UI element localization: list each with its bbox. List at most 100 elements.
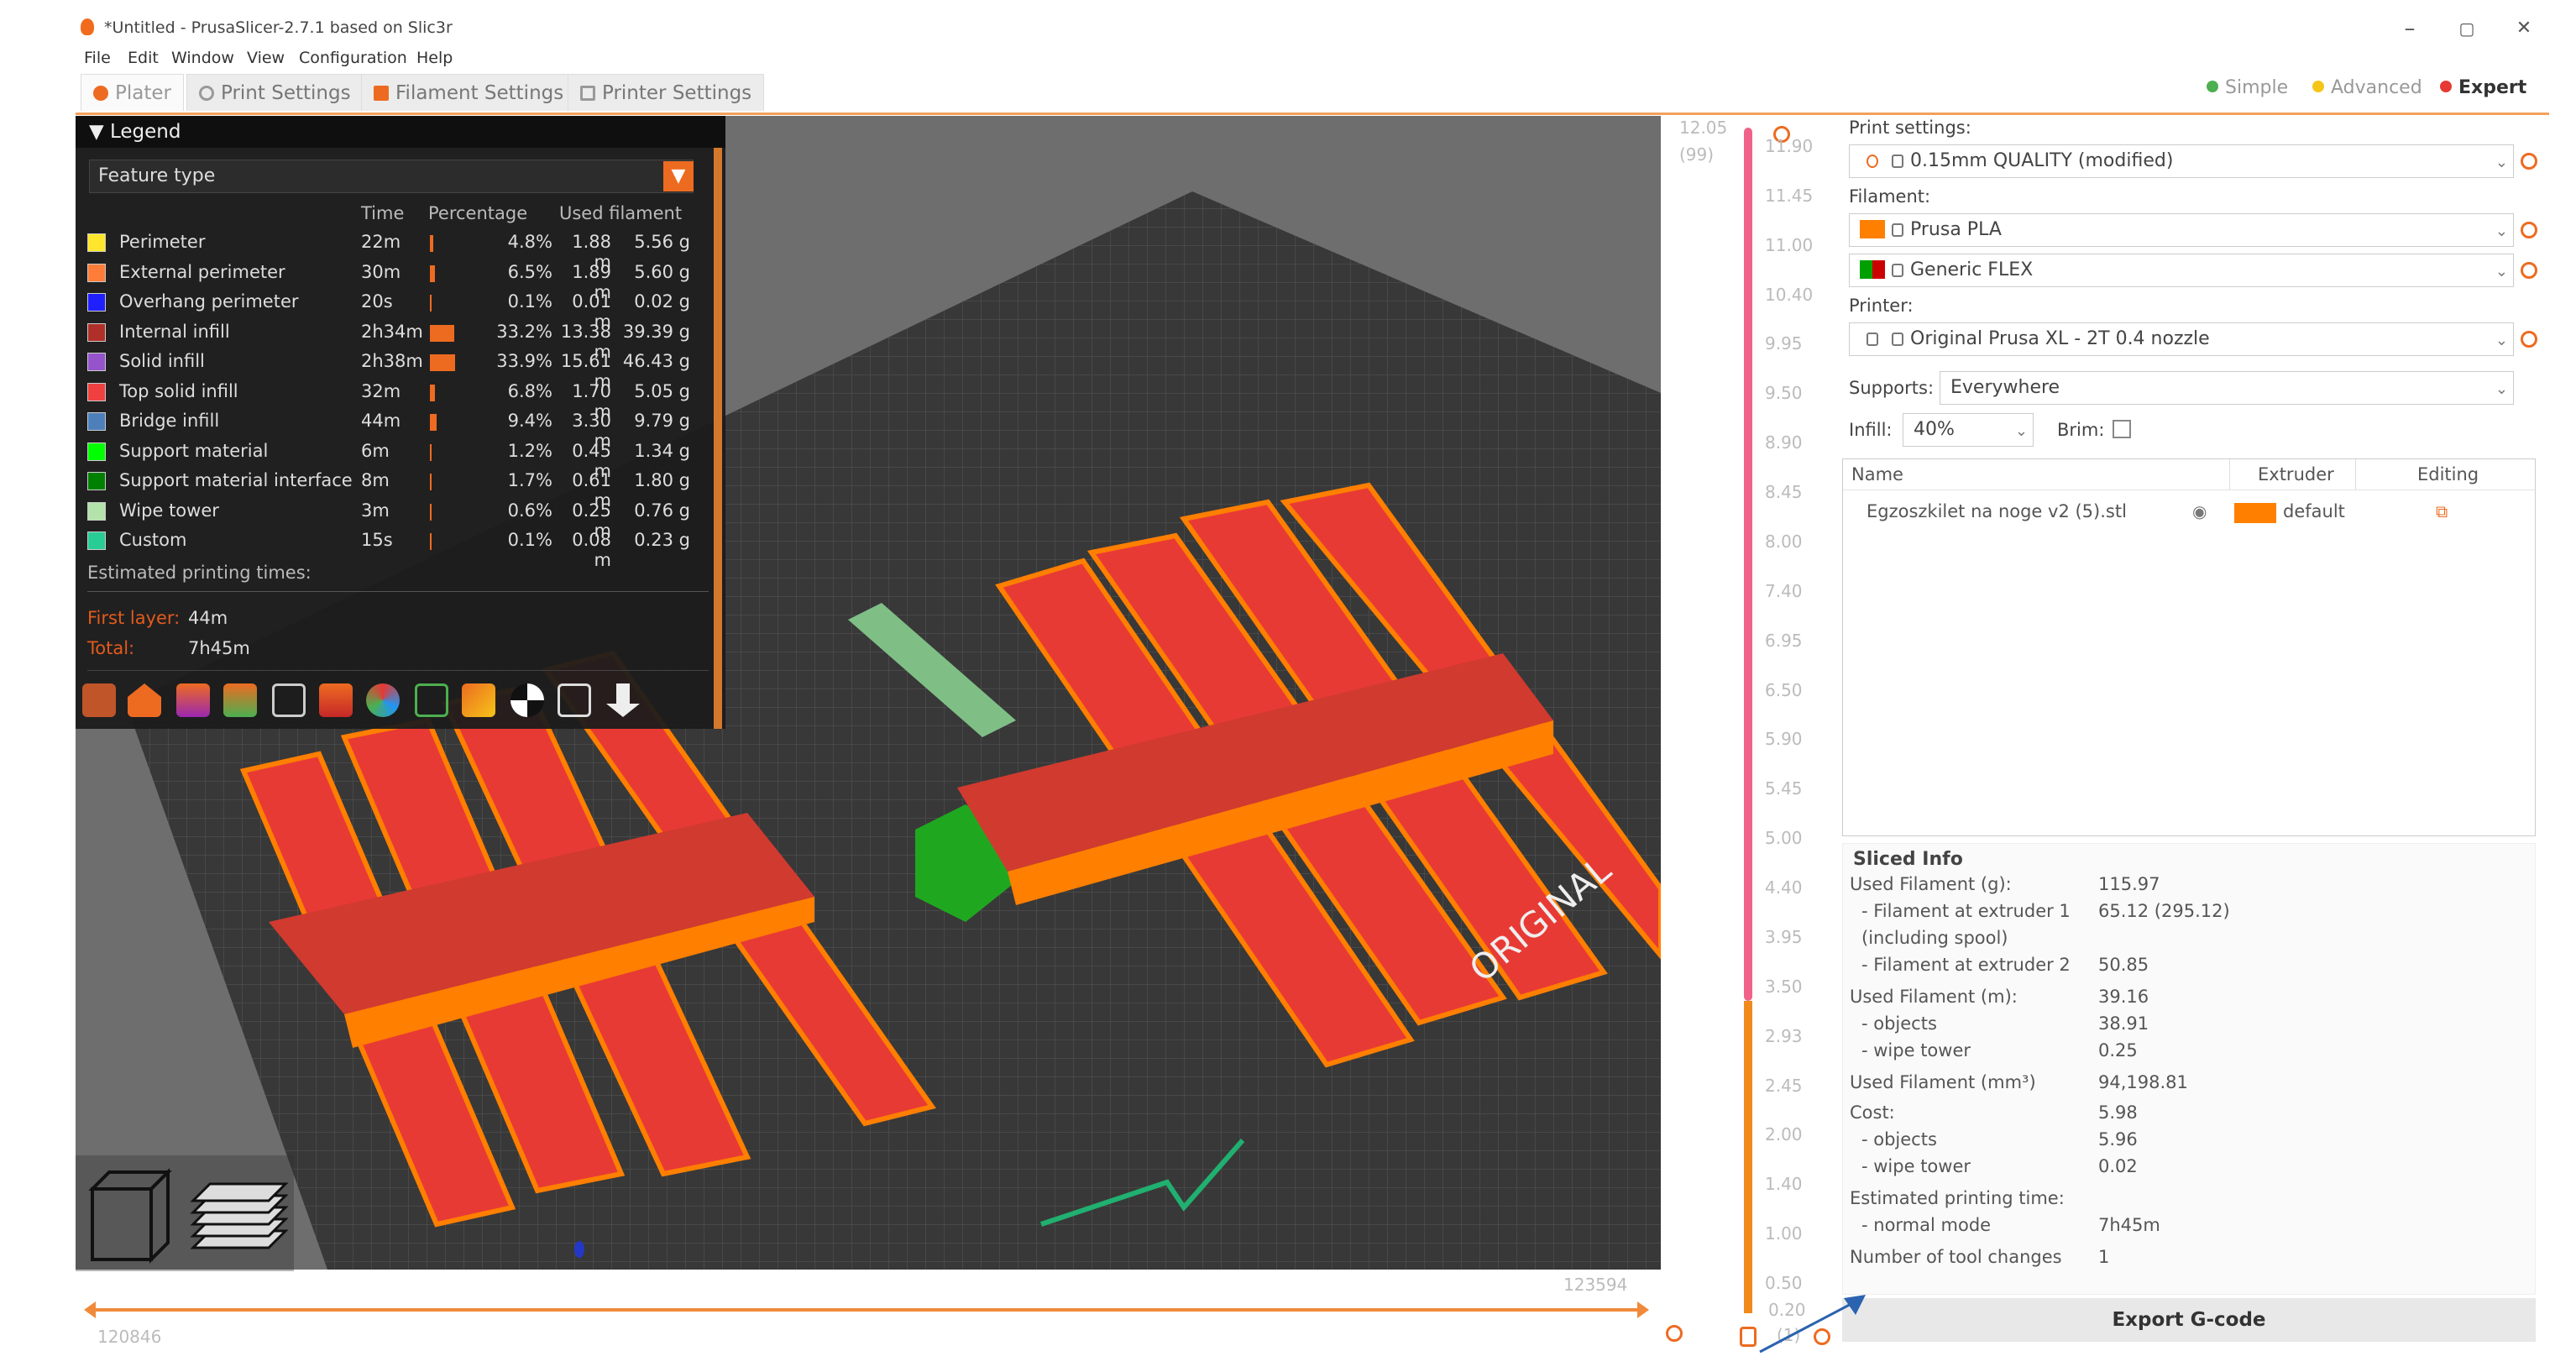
first-layer-value: 44m [188,608,228,628]
color-changes-icon[interactable] [366,683,400,717]
seams-icon[interactable] [272,683,306,717]
view-type-combo[interactable]: Feature type [89,160,694,193]
menu-configuration[interactable]: Configuration [299,49,407,67]
menu-file[interactable]: File [84,49,111,67]
gear-icon[interactable] [2521,153,2537,170]
legend-row[interactable]: Bridge infill 44m 9.4% 3.30 m 9.79 g [76,407,725,451]
legend-row[interactable]: Top solid infill 32m 6.8% 1.70 m 5.05 g [76,378,725,422]
legend-percentage-bar [430,264,435,282]
menu-edit[interactable]: Edit [128,49,159,67]
combo-value: Everywhere [1950,377,2060,398]
column-name: Name [1851,464,1903,484]
printer-combo[interactable]: Original Prusa XL - 2T 0.4 nozzle ⌄ [1849,322,2514,356]
chevron-down-icon: ⌄ [2495,380,2508,398]
brim-checkbox[interactable] [2113,420,2131,438]
vertical-slider-tick: 4.40 [1765,877,1803,898]
filament-icon [374,86,389,101]
gear-icon[interactable] [2521,331,2537,348]
vertical-slider-tick: 10.40 [1765,284,1814,305]
legend-panel[interactable]: ▼ Legend Feature type ▼ Time Percentage … [76,116,725,729]
legend-row[interactable]: Support material interface 8m 1.7% 0.61 m 1.… [76,467,725,511]
tool-changes-icon[interactable] [319,683,353,717]
legend-row[interactable]: Support material 6m 1.2% 0.45 m 1.34 g [76,437,725,481]
legend-rows: Perimeter 22m 4.8% 1.88 m 5.56 g External per… [76,228,725,570]
sliced-info-label: Used Filament (mm³) [1850,1072,2036,1092]
minimize-button[interactable]: – [2385,10,2435,47]
vertical-slider-track[interactable] [1744,128,1752,1001]
slider-right-arrow-icon[interactable] [1637,1301,1649,1318]
edit-icon[interactable]: ⧉ [2436,501,2448,521]
deretractions-icon[interactable] [223,683,257,717]
legend-scrollbar[interactable] [714,148,722,729]
legend-row[interactable]: Custom 15s 0.1% 0.08 m 0.23 g [76,526,725,570]
infill-combo[interactable]: 40% ⌄ [1903,413,2034,447]
extruder-value[interactable]: default [2283,501,2345,521]
custom-gcode-icon[interactable] [462,683,495,717]
mode-simple[interactable]: Simple [2207,77,2288,98]
combo-value: Generic FLEX [1910,259,2034,280]
filament-combo-2[interactable]: Generic FLEX ⌄ [1849,254,2514,287]
preview-layers-icon[interactable] [190,1182,289,1249]
gear-icon[interactable] [2521,222,2537,238]
3d-view-icon[interactable] [88,1168,172,1264]
close-button[interactable]: ✕ [2499,10,2549,47]
chevron-down-icon[interactable]: ▼ [663,161,694,191]
legend-header[interactable]: ▼ Legend [76,116,725,148]
gear-icon[interactable] [2521,262,2537,279]
horizontal-slider-left-value: 120846 [97,1327,162,1347]
first-layer-label: First layer: [87,608,181,628]
tab-printer-settings[interactable]: Printer Settings [568,74,765,111]
list-item[interactable]: Egzoszkilet na noge v2 (5).stl ◉ default… [1843,496,2537,528]
mode-advanced[interactable]: Advanced [2312,77,2422,98]
tab-print-settings[interactable]: Print Settings [186,74,364,111]
menu-view[interactable]: View [247,49,285,67]
mode-expert[interactable]: Expert [2440,77,2526,98]
print-settings-combo[interactable]: 0.15mm QUALITY (modified) ⌄ [1849,144,2514,178]
vertical-slider-tick: 6.95 [1765,630,1803,651]
legend-row[interactable]: Solid infill 2h38m 33.9% 15.61 m 46.43 g [76,348,725,391]
vertical-slider-tick: 5.90 [1765,729,1803,750]
vertical-slider-tick: 9.95 [1765,333,1803,354]
shells-icon[interactable] [558,683,591,717]
wipe-icon[interactable] [128,683,161,717]
object-list[interactable]: Name Extruder Editing Egzoszkilet na nog… [1842,458,2537,836]
combo-value: 40% [1914,419,1955,440]
combo-value: 0.15mm QUALITY (modified) [1910,150,2174,171]
maximize-button[interactable]: ▢ [2442,10,2492,47]
legend-color-swatch [87,382,106,401]
legend-row[interactable]: Overhang perimeter 20s 0.1% 0.01 m 0.02 g [76,288,725,332]
center-of-gravity-icon[interactable] [510,683,544,717]
menu-help[interactable]: Help [416,49,453,67]
printer-icon [580,86,595,101]
vertical-slider-tick: 2.93 [1765,1025,1803,1046]
legend-row[interactable]: Perimeter 22m 4.8% 1.88 m 5.56 g [76,228,725,272]
legend-row[interactable]: External perimeter 30m 6.5% 1.89 m 5.60 g [76,259,725,302]
sliced-info-label: Cost: [1850,1102,1895,1123]
horizontal-slider[interactable] [91,1308,1644,1312]
travel-icon[interactable] [82,683,116,717]
supports-combo[interactable]: Everywhere ⌄ [1940,371,2514,405]
eye-icon[interactable]: ◉ [2192,501,2207,521]
tab-filament-settings[interactable]: Filament Settings [361,74,577,111]
sliced-info-label: - objects [1861,1129,1937,1149]
retractions-icon[interactable] [176,683,210,717]
vertical-slider-tick: 1.00 [1765,1223,1803,1244]
pause-prints-icon[interactable] [415,683,448,717]
sliced-info-label: Estimated printing time: [1850,1188,2065,1208]
menu-window[interactable]: Window [171,49,234,67]
sliced-info-value: 38.91 [2098,1013,2149,1034]
cog-icon[interactable] [1666,1325,1683,1342]
vertical-slider-tick: 7.40 [1765,580,1803,601]
tool-marker-icon[interactable] [606,683,640,717]
vertical-slider-range[interactable] [1744,1001,1752,1313]
legend-row[interactable]: Wipe tower 3m 0.6% 0.25 m 0.76 g [76,497,725,541]
lock-icon[interactable] [1740,1327,1757,1347]
tab-plater[interactable]: Plater [81,74,184,111]
sliced-info-value: 94,198.81 [2098,1072,2188,1092]
filament-combo-1[interactable]: Prusa PLA ⌄ [1849,213,2514,247]
export-gcode-button[interactable]: Export G-code [1842,1298,2536,1342]
legend-time: 8m [361,470,390,490]
total-label: Total: [87,638,135,658]
legend-row[interactable]: Internal infill 2h34m 33.2% 13.38 m 39.39 g [76,318,725,362]
sliced-info-label: - normal mode [1861,1215,1992,1235]
